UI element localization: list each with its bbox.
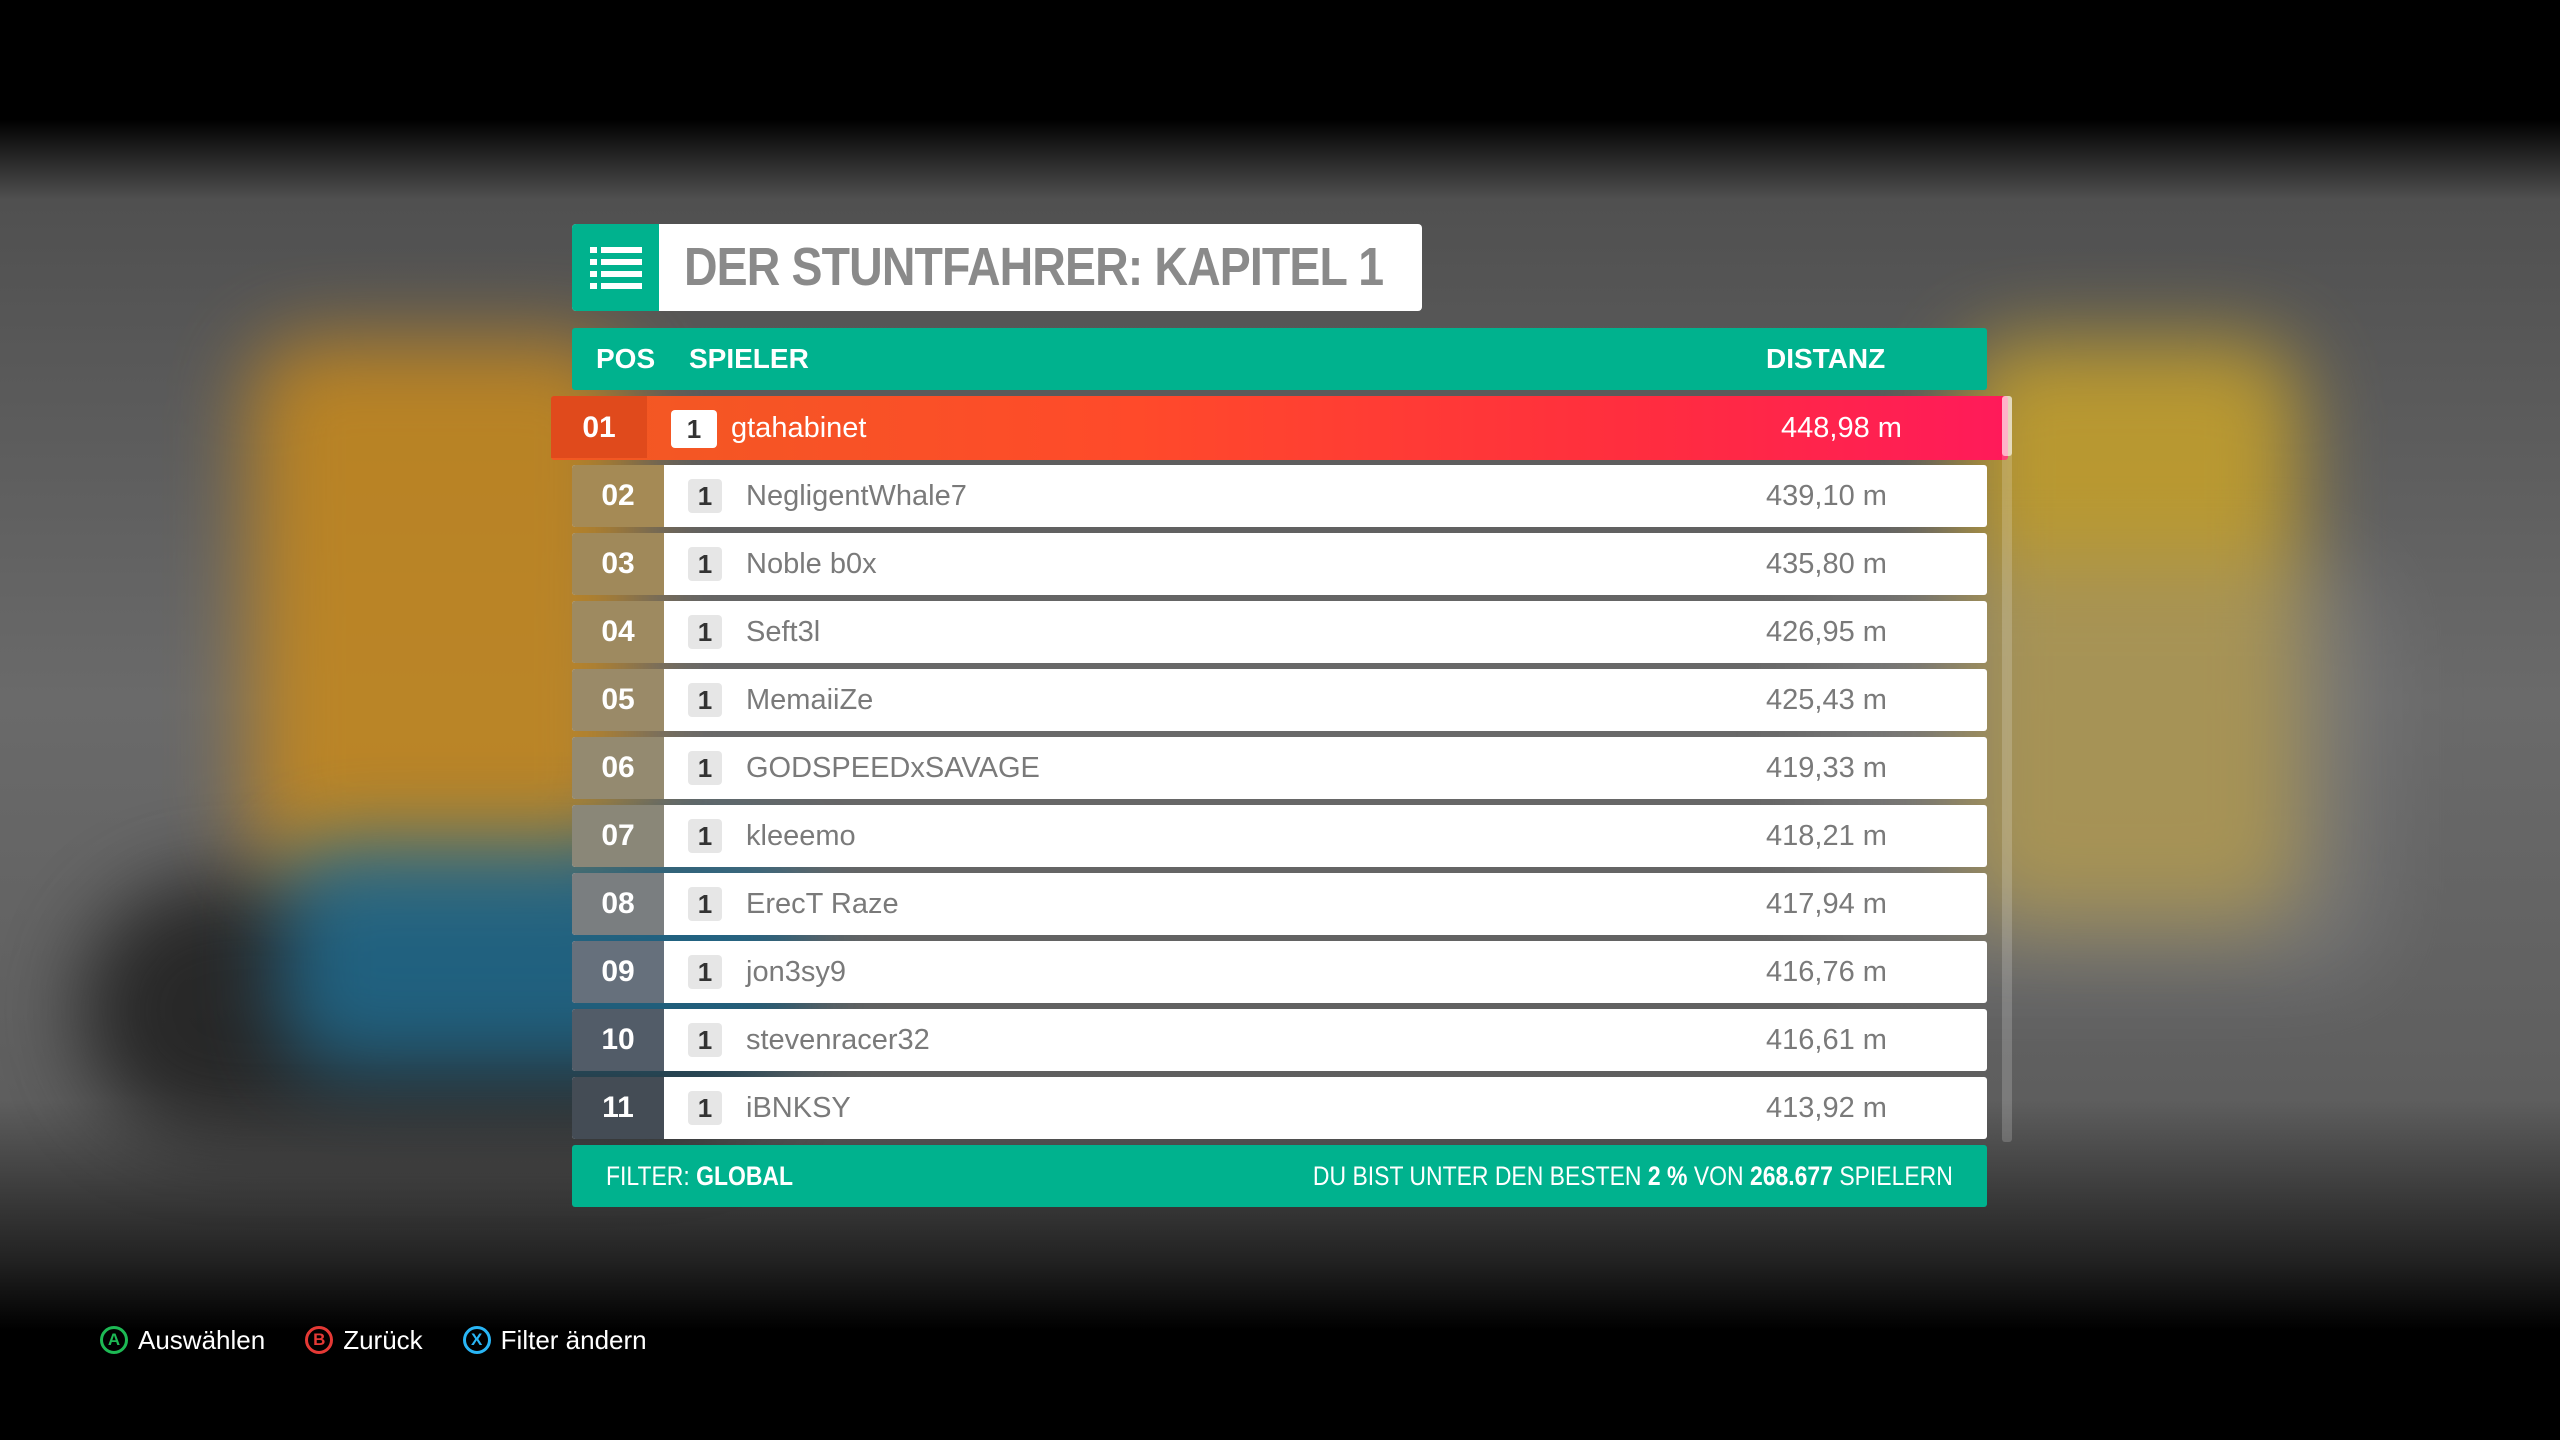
leaderboard-title-card: DER STUNTFAHRER: KAPITEL 1 (572, 224, 1422, 311)
ranking-stat: DU BIST UNTER DEN BESTEN 2 % VON 268.677… (1313, 1145, 1953, 1207)
distance-value: 435,80 m (1766, 548, 1887, 580)
page-title: DER STUNTFAHRER: KAPITEL 1 (684, 237, 1384, 297)
stat-count: 268.677 (1750, 1161, 1834, 1191)
row-position: 10 (572, 1009, 664, 1071)
distance-value: 419,33 m (1766, 752, 1887, 784)
filter-label: FILTER: (606, 1161, 690, 1191)
rank-badge: 1 (688, 1023, 722, 1057)
distance-value: 413,92 m (1766, 1092, 1887, 1124)
table-row[interactable]: 02 1 NegligentWhale7 439,10 m (572, 465, 1987, 527)
row-position: 02 (572, 465, 664, 527)
table-footer: FILTER: GLOBAL DU BIST UNTER DEN BESTEN … (572, 1145, 1987, 1207)
table-row[interactable]: 07 1 kleeemo 418,21 m (572, 805, 1987, 867)
table-row[interactable]: 05 1 MemaiiZe 425,43 m (572, 669, 1987, 731)
row-position: 09 (572, 941, 664, 1003)
distance-value: 417,94 m (1766, 888, 1887, 920)
stat-percent: 2 % (1648, 1161, 1688, 1191)
list-icon (572, 224, 659, 311)
hint-label: Zurück (343, 1324, 423, 1355)
x-button-icon: X (462, 1326, 491, 1354)
table-row[interactable]: 04 1 Seft3l 426,95 m (572, 601, 1987, 663)
column-header-distance: DISTANZ (1766, 343, 1886, 374)
table-row[interactable]: 08 1 ErecT Raze 417,94 m (572, 873, 1987, 935)
table-row[interactable]: 03 1 Noble b0x 435,80 m (572, 533, 1987, 595)
column-header-player: SPIELER (689, 343, 809, 374)
b-button-icon: B (305, 1326, 334, 1354)
rank-badge: 1 (688, 887, 722, 921)
stat-prefix: DU BIST UNTER DEN BESTEN (1313, 1161, 1642, 1191)
table-row[interactable]: 09 1 jon3sy9 416,76 m (572, 941, 1987, 1003)
distance-value: 416,61 m (1766, 1024, 1887, 1056)
player-name: jon3sy9 (746, 956, 846, 988)
hint-x-button[interactable]: X Filter ändern (462, 1324, 647, 1356)
table-header: POS SPIELER DISTANZ (572, 328, 1987, 390)
table-row[interactable]: 11 1 iBNKSY 413,92 m (572, 1077, 1987, 1139)
player-name: MemaiiZe (746, 684, 874, 716)
distance-value: 448,98 m (1781, 412, 1902, 444)
stat-suffix: SPIELERN (1839, 1161, 1953, 1191)
filter-status: FILTER: GLOBAL (606, 1145, 793, 1207)
hint-b-button[interactable]: B Zurück (305, 1324, 423, 1356)
hint-label: Auswählen (138, 1324, 266, 1355)
row-position: 03 (572, 533, 664, 595)
player-name: Seft3l (746, 616, 821, 648)
player-name: GODSPEEDxSAVAGE (746, 752, 1040, 784)
rank-badge: 1 (688, 479, 722, 513)
player-name: iBNKSY (746, 1092, 851, 1124)
row-position: 05 (572, 669, 664, 731)
filter-value: GLOBAL (696, 1161, 794, 1191)
row-position: 01 (551, 396, 647, 458)
rank-badge: 1 (688, 683, 722, 717)
rank-badge: 1 (688, 1091, 722, 1125)
distance-value: 426,95 m (1766, 616, 1887, 648)
distance-value: 439,10 m (1766, 480, 1887, 512)
row-position: 04 (572, 601, 664, 663)
rank-badge: 1 (688, 547, 722, 581)
scrollbar[interactable] (2002, 396, 2012, 1142)
player-name: stevenracer32 (746, 1024, 930, 1056)
a-button-icon: A (100, 1326, 128, 1354)
player-name: ErecT Raze (746, 888, 899, 920)
rank-badge: 1 (688, 615, 722, 649)
rank-badge: 1 (688, 751, 722, 785)
row-position: 08 (572, 873, 664, 935)
column-header-pos: POS (596, 343, 656, 374)
table-row[interactable]: 10 1 stevenracer32 416,61 m (572, 1009, 1987, 1071)
player-name: kleeemo (746, 820, 856, 852)
scrollbar-thumb[interactable] (2002, 396, 2012, 456)
table-row[interactable]: 06 1 GODSPEEDxSAVAGE 419,33 m (572, 737, 1987, 799)
player-name: Noble b0x (746, 548, 877, 580)
row-position: 11 (572, 1077, 664, 1139)
row-position: 07 (572, 805, 664, 867)
row-position: 06 (572, 737, 664, 799)
rank-badge: 1 (688, 955, 722, 989)
hint-label: Filter ändern (500, 1324, 647, 1355)
player-name: gtahabinet (731, 412, 867, 444)
stat-mid: VON (1693, 1161, 1744, 1191)
rank-badge: 1 (688, 819, 722, 853)
table-row[interactable]: 01 1 gtahabinet 448,98 m (551, 396, 2008, 460)
distance-value: 418,21 m (1766, 820, 1887, 852)
hint-a-button[interactable]: A Auswählen (100, 1325, 265, 1356)
distance-value: 425,43 m (1766, 684, 1887, 716)
player-name: NegligentWhale7 (746, 480, 967, 512)
controller-hints: A Auswählen B Zurück X Filter ändern (100, 1318, 687, 1362)
rank-badge: 1 (671, 410, 717, 448)
distance-value: 416,76 m (1766, 956, 1887, 988)
